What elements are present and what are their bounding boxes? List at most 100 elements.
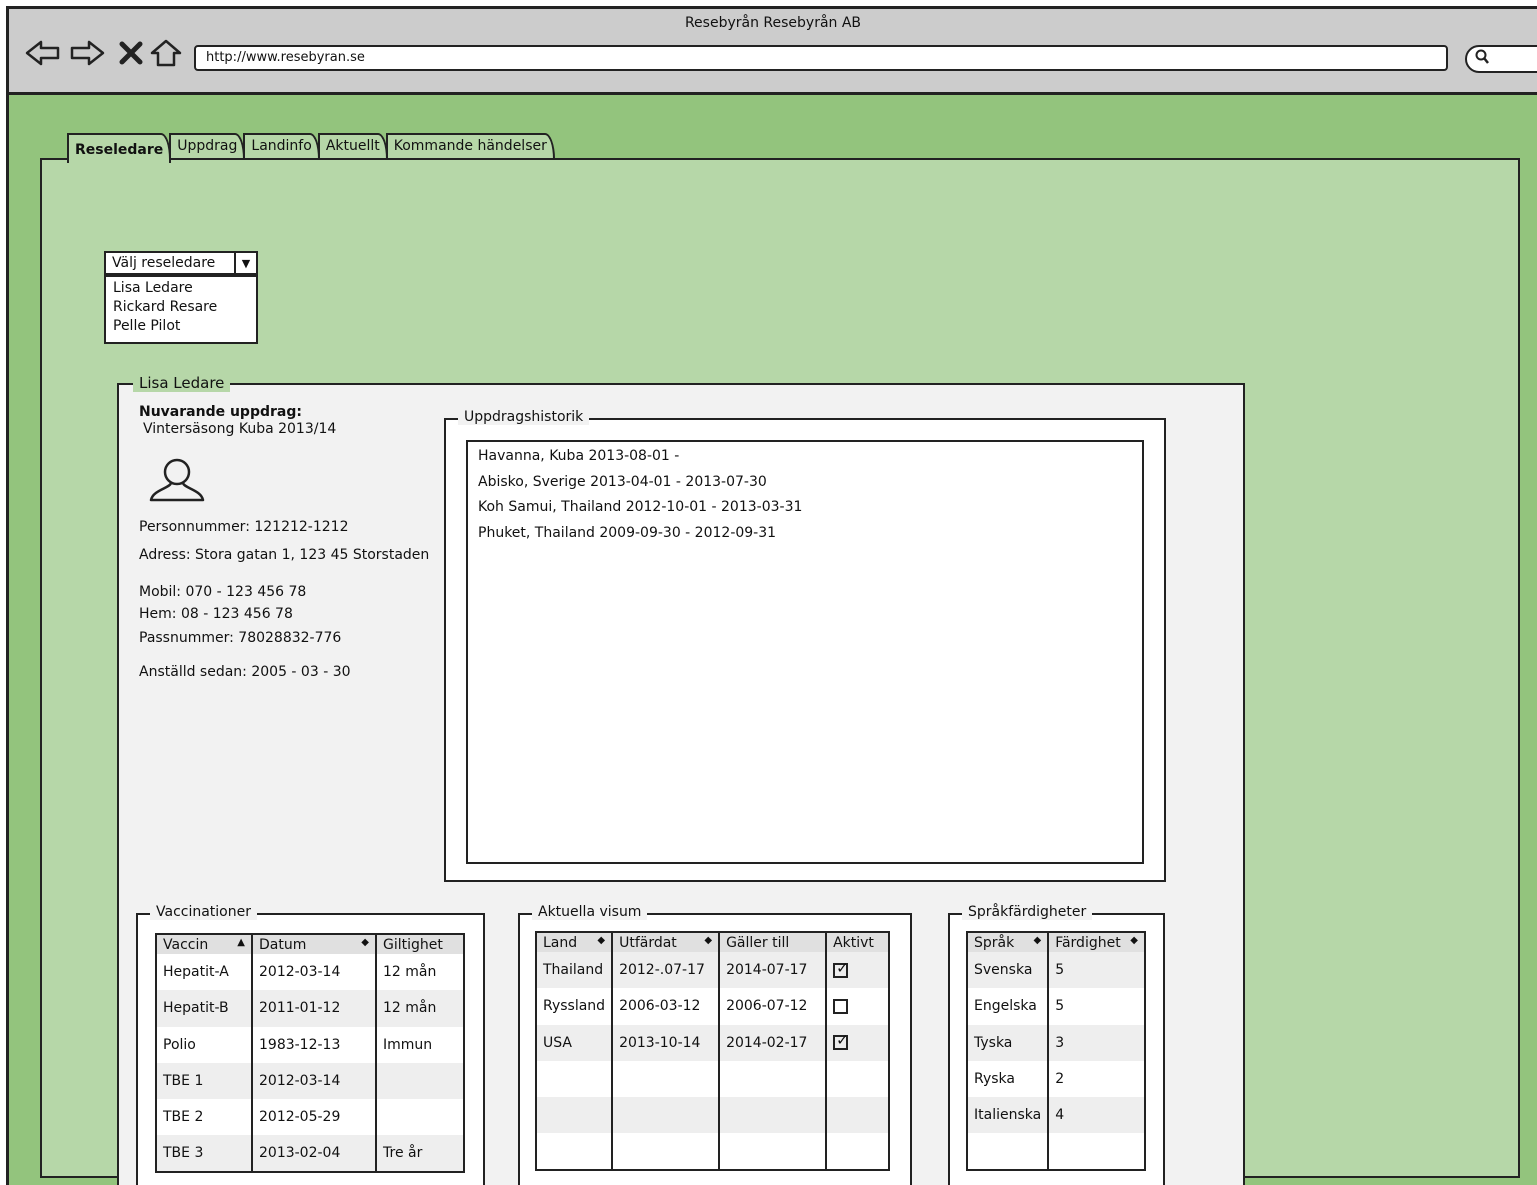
cell	[536, 1133, 614, 1170]
guide-select[interactable]: Välj reseledare ▼	[104, 251, 258, 275]
cell: 2013-10-14	[612, 1024, 721, 1061]
tab-landinfo[interactable]: Landinfo	[243, 133, 320, 159]
active-checkbox[interactable]	[833, 998, 849, 1014]
url-input[interactable]: http://www.resebyran.se	[194, 45, 1448, 71]
table-row[interactable]	[536, 1097, 889, 1134]
table-header-row: Språk ◆ Färdighet ◆	[967, 932, 1145, 952]
home-icon[interactable]	[149, 39, 183, 67]
table-row[interactable]: Engelska 5	[967, 988, 1145, 1025]
tab-panel: Välj reseledare ▼ Lisa Ledare Rickard Re…	[40, 158, 1520, 1185]
cell: 2012-05-29	[252, 1099, 377, 1136]
stop-icon[interactable]	[117, 39, 145, 67]
cell	[826, 952, 889, 989]
table-row[interactable]: USA 2013-10-14 2014-02-17	[536, 1024, 889, 1061]
column-header-giltighet[interactable]: Giltighet	[376, 934, 464, 954]
tab-kommande-handelser[interactable]: Kommande händelser	[385, 133, 555, 159]
cell	[826, 1061, 889, 1097]
cell	[612, 1133, 721, 1170]
browser-window: Resebyrån Resebyrån AB http://www.reseby…	[6, 6, 1537, 1185]
guide-select-value: Välj reseledare	[112, 255, 216, 271]
cell: Tyska	[967, 1024, 1050, 1061]
table-row[interactable]: TBE 2 2012-05-29	[156, 1099, 464, 1136]
chevron-down-icon[interactable]: ▼	[234, 253, 256, 273]
table-row[interactable]: TBE 3 2013-02-04 Tre år	[156, 1135, 464, 1172]
table-row[interactable]: Hepatit-A 2012-03-14 12 mån	[156, 954, 464, 991]
back-icon[interactable]	[25, 39, 61, 67]
cell: Ryssland	[536, 988, 614, 1025]
sort-ascending-icon[interactable]: ▲	[237, 937, 245, 948]
cell: Immun	[383, 1036, 433, 1053]
cell: 2	[1055, 1071, 1065, 1088]
column-header-aktivt[interactable]: Aktivt	[826, 932, 889, 952]
cell	[376, 1099, 464, 1135]
tab-reseledare[interactable]: Reseledare	[67, 133, 172, 163]
cell	[719, 1133, 828, 1170]
cell: 2013-02-04	[252, 1135, 377, 1172]
column-header-land[interactable]: Land ◆	[536, 932, 614, 952]
current-assignment-label: Nuvarande uppdrag:	[139, 404, 302, 420]
column-header-galler-till[interactable]: Gäller till	[719, 932, 828, 952]
cell: Italienska	[967, 1097, 1050, 1134]
history-list[interactable]: Havanna, Kuba 2013-08-01 - Abisko, Sveri…	[466, 440, 1144, 864]
list-item[interactable]: Havanna, Kuba 2013-08-01 -	[478, 444, 1132, 470]
table-header-row: Vaccin ▲ Datum ◆ Giltighet	[156, 934, 464, 954]
visa-table: Land ◆ Utfärdat ◆ Gäller till Aktivt Thail…	[535, 931, 890, 1171]
browser-search-field[interactable]	[1465, 45, 1537, 73]
table-row[interactable]: Hepatit-B 2011-01-12 12 mån	[156, 990, 464, 1027]
sort-icon[interactable]: ◆	[1130, 935, 1138, 946]
sort-icon[interactable]: ◆	[1034, 935, 1042, 946]
forward-icon[interactable]	[69, 39, 105, 67]
column-header-vaccin[interactable]: Vaccin ▲	[156, 934, 253, 954]
table-row[interactable]: Thailand 2012-.07-17 2014-07-17	[536, 952, 889, 989]
sort-icon[interactable]: ◆	[361, 937, 369, 948]
active-checkbox[interactable]	[833, 1031, 849, 1051]
column-header-sprak[interactable]: Språk ◆	[967, 932, 1050, 952]
table-row[interactable]: Svenska 5	[967, 952, 1145, 989]
tab-bar: Reseledare Uppdrag Landinfo Aktuellt Kom…	[67, 133, 555, 163]
guide-option[interactable]: Pelle Pilot	[113, 317, 249, 336]
list-item[interactable]: Phuket, Thailand 2009-09-30 - 2012-09-31	[478, 521, 1132, 547]
tab-aktuellt[interactable]: Aktuellt	[317, 133, 388, 159]
guide-option[interactable]: Rickard Resare	[113, 298, 249, 317]
cell	[536, 1060, 614, 1098]
table-row[interactable]: Italienska 4	[967, 1097, 1145, 1134]
table-row[interactable]	[536, 1060, 889, 1098]
vaccination-table: Vaccin ▲ Datum ◆ Giltighet Hepatit-A 2012-0…	[155, 933, 465, 1173]
list-item[interactable]: Koh Samui, Thailand 2012-10-01 - 2013-03…	[478, 495, 1132, 521]
column-header-fardighet[interactable]: Färdighet ◆	[1048, 932, 1145, 952]
profile-legend: Lisa Ledare	[133, 374, 231, 392]
search-icon	[1475, 49, 1489, 69]
column-header-utfardat[interactable]: Utfärdat ◆	[612, 932, 721, 952]
cell: 2012-03-14	[252, 954, 377, 991]
vaccination-legend: Vaccinationer	[150, 904, 257, 920]
app-area: Reseledare Uppdrag Landinfo Aktuellt Kom…	[9, 95, 1537, 1185]
browser-toolbar: Resebyrån Resebyrån AB http://www.reseby…	[9, 9, 1537, 95]
cell: TBE 3	[156, 1135, 253, 1172]
sort-icon[interactable]: ◆	[704, 935, 712, 946]
cell: Hepatit-B	[156, 990, 253, 1027]
table-row[interactable]	[967, 1133, 1145, 1170]
cell: TBE 2	[156, 1099, 253, 1136]
mobil: Mobil: 070 - 123 456 78	[139, 584, 307, 600]
guide-option[interactable]: Lisa Ledare	[113, 279, 249, 298]
cell	[967, 1133, 1050, 1170]
cell: Thailand	[536, 952, 614, 989]
table-row[interactable]: Ryska 2	[967, 1060, 1145, 1098]
cell: 2006-07-12	[719, 988, 828, 1025]
cell	[826, 1133, 889, 1169]
cell: Hepatit-A	[156, 954, 253, 991]
profile-panel: Lisa Ledare Nuvarande uppdrag: Vintersäs…	[117, 374, 1245, 1185]
list-item[interactable]: Abisko, Sverige 2013-04-01 - 2013-07-30	[478, 470, 1132, 496]
tab-uppdrag[interactable]: Uppdrag	[169, 133, 246, 159]
column-header-datum[interactable]: Datum ◆	[252, 934, 377, 954]
cell: 12 mån	[376, 990, 464, 1027]
table-row[interactable]: Polio 1983-12-13 Immun	[156, 1026, 464, 1063]
table-row[interactable]: Tyska 3	[967, 1024, 1145, 1061]
sort-icon[interactable]: ◆	[597, 935, 605, 946]
cell: 5	[1055, 998, 1065, 1015]
cell	[826, 1024, 889, 1061]
table-row[interactable]: Ryssland 2006-03-12 2006-07-12	[536, 988, 889, 1025]
table-row[interactable]	[536, 1133, 889, 1170]
table-row[interactable]: TBE 1 2012-03-14	[156, 1062, 464, 1100]
active-checkbox[interactable]	[833, 959, 849, 978]
